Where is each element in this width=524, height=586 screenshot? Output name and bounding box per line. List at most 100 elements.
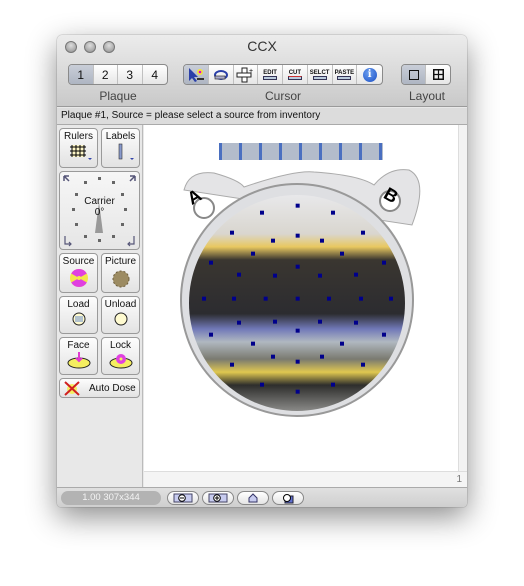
seed-marker[interactable]: [354, 272, 358, 277]
select-icon[interactable]: SELCT: [308, 65, 333, 84]
edit-icon[interactable]: EDIT: [258, 65, 283, 84]
face-button[interactable]: Face: [59, 337, 98, 375]
auto-dose-disabled-icon: [64, 381, 80, 396]
rulers-button[interactable]: Rulers: [59, 128, 98, 168]
radiation-icon: [69, 269, 88, 288]
ruler-tick: [279, 143, 282, 160]
seed-marker[interactable]: [263, 296, 268, 301]
source-label: Source: [62, 256, 95, 267]
lock-label: Lock: [109, 340, 132, 351]
seed-marker[interactable]: [295, 203, 300, 208]
plaque-view[interactable]: A B: [144, 125, 458, 471]
seed-marker[interactable]: [237, 272, 241, 277]
seed-marker[interactable]: [340, 341, 344, 346]
auto-dose-button[interactable]: Auto Dose: [59, 378, 140, 398]
seed-marker[interactable]: [295, 296, 300, 301]
plaque-1-tab[interactable]: 1: [69, 65, 94, 84]
seed-marker[interactable]: [340, 251, 344, 256]
plaque-2-tab[interactable]: 2: [94, 65, 118, 84]
seed-marker[interactable]: [331, 382, 335, 387]
ccx-window: CCX 1 2 3 4 Plaque + EDIT CUT SELCT PAST…: [57, 35, 467, 507]
ruler-tick: [379, 143, 382, 160]
seed-marker[interactable]: [295, 328, 300, 333]
picture-button[interactable]: Picture: [101, 253, 140, 293]
seed-marker[interactable]: [202, 296, 206, 301]
seed-marker[interactable]: [260, 382, 264, 387]
info-icon[interactable]: i: [357, 65, 382, 84]
seed-marker[interactable]: [295, 264, 300, 269]
cut-icon[interactable]: CUT: [283, 65, 308, 84]
seed-marker[interactable]: [361, 362, 365, 367]
zoom-out-button[interactable]: [167, 491, 199, 505]
labels-label: Labels: [105, 131, 136, 142]
zoom-info: 1.00 307x344: [61, 491, 161, 505]
face-label: Face: [67, 340, 90, 351]
home-button[interactable]: [237, 491, 269, 505]
seed-marker[interactable]: [273, 319, 277, 324]
carrier-rotation-dial[interactable]: Carrier 0°: [59, 171, 140, 250]
seed-marker[interactable]: [271, 354, 275, 359]
labels-button[interactable]: Labels: [101, 128, 140, 168]
bottom-bar: 1.00 307x344: [57, 487, 467, 507]
select-seed-icon[interactable]: [184, 65, 209, 84]
seed-marker[interactable]: [271, 238, 275, 243]
load-label: Load: [67, 299, 90, 310]
seed-marker[interactable]: [251, 341, 255, 346]
seed-marker[interactable]: [251, 251, 255, 256]
seed-marker[interactable]: [273, 273, 277, 278]
ruler-tick: [339, 143, 342, 160]
zoom-in-button[interactable]: [202, 491, 234, 505]
plaque-3-tab[interactable]: 3: [118, 65, 143, 84]
page-number: 1: [456, 474, 462, 485]
fit-button[interactable]: [272, 491, 304, 505]
seed-marker[interactable]: [382, 332, 386, 337]
seed-marker[interactable]: [327, 296, 331, 301]
lock-button[interactable]: Lock: [101, 337, 140, 375]
seed-marker[interactable]: [359, 296, 363, 301]
move-icon[interactable]: +: [234, 65, 259, 84]
seed-marker[interactable]: [232, 296, 236, 301]
grid-layout-icon[interactable]: [426, 65, 450, 84]
seed-marker[interactable]: [389, 296, 393, 301]
unload-button[interactable]: Unload: [101, 296, 140, 334]
picture-label: Picture: [104, 256, 137, 267]
rulers-label: Rulers: [64, 131, 93, 142]
seed-marker[interactable]: [382, 260, 386, 265]
title-bar: CCX 1 2 3 4 Plaque + EDIT CUT SELCT PAST…: [57, 35, 467, 107]
seed-marker[interactable]: [318, 319, 322, 324]
vertical-scrollbar[interactable]: [458, 125, 467, 471]
seed-marker[interactable]: [260, 210, 264, 215]
label-bar-icon: [118, 143, 134, 160]
load-button[interactable]: Load: [59, 296, 98, 334]
layout-selector: [401, 64, 451, 85]
auto-dose-label: Auto Dose: [89, 382, 136, 394]
grid-icon: [69, 145, 92, 160]
ruler-tick: [259, 143, 262, 160]
rotate-icon[interactable]: [209, 65, 234, 84]
seed-marker[interactable]: [230, 362, 234, 367]
plaque-4-tab[interactable]: 4: [143, 65, 167, 84]
seed-marker[interactable]: [230, 230, 234, 235]
seed-marker[interactable]: [295, 389, 300, 394]
seed-marker[interactable]: [209, 332, 213, 337]
home-icon: [248, 493, 258, 503]
horizontal-scrollbar[interactable]: 1: [144, 471, 467, 487]
single-layout-icon[interactable]: [402, 65, 427, 84]
seed-marker[interactable]: [354, 320, 358, 325]
layout-group-label: Layout: [408, 89, 446, 103]
plaque-canvas[interactable]: A B: [144, 125, 458, 471]
seed-marker[interactable]: [295, 233, 300, 238]
source-button[interactable]: Source: [59, 253, 98, 293]
seed-marker[interactable]: [209, 260, 213, 265]
window-title: CCX: [247, 38, 277, 54]
seed-marker[interactable]: [237, 320, 241, 325]
paste-icon[interactable]: PASTE: [333, 65, 358, 84]
seed-marker[interactable]: [361, 230, 365, 235]
seed-marker[interactable]: [320, 238, 324, 243]
seed-marker[interactable]: [331, 210, 335, 215]
seed-marker[interactable]: [320, 354, 324, 359]
seed-marker[interactable]: [318, 273, 322, 278]
seed-marker[interactable]: [295, 359, 300, 364]
status-line: Plaque #1, Source = please select a sour…: [57, 108, 467, 125]
face-plaque-icon: [67, 352, 90, 369]
